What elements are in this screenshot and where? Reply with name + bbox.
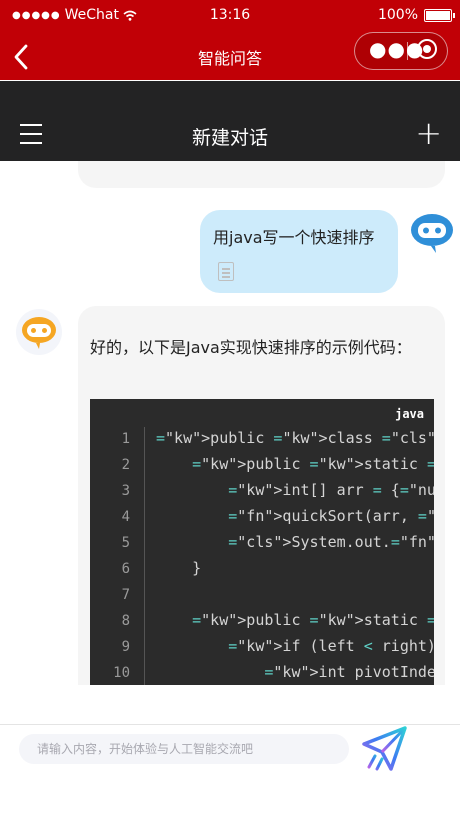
assistant-message: 好的，以下是Java实现快速排序的示例代码： java 1 2 3 4 5 6 … <box>78 306 445 685</box>
input-bar <box>0 724 460 836</box>
line-number: 5 <box>121 535 130 551</box>
code-line: ="kw">public ="kw">class ="cls">QuickSor… <box>156 429 434 447</box>
paper-plane-icon[interactable] <box>361 725 407 773</box>
copy-doc-icon[interactable] <box>218 262 234 281</box>
message-input[interactable] <box>19 734 349 764</box>
line-number: 10 <box>113 665 130 681</box>
assistant-avatar-icon <box>16 309 62 355</box>
capsule-menu: ●●● <box>354 32 448 70</box>
code-line: ="kw">public ="kw">static ="kw">void ="f… <box>192 455 434 473</box>
line-number: 9 <box>121 639 130 655</box>
code-language-label: java <box>395 407 424 421</box>
target-circle-icon[interactable] <box>417 39 437 59</box>
line-number: 4 <box>121 509 130 525</box>
line-number: 2 <box>121 457 130 473</box>
code-line: ="kw">public ="kw">static ="kw">void ="f… <box>192 611 434 629</box>
line-number: 1 <box>121 431 130 447</box>
battery-percent: 100% <box>377 7 418 23</box>
code-line: ="kw">if (left < right) { <box>228 637 434 655</box>
mini-program-nav: 智能问答 ●●● <box>0 32 460 80</box>
line-number: 7 <box>121 587 130 603</box>
chat-header: 新建对话 + <box>0 81 460 161</box>
line-number: 3 <box>121 483 130 499</box>
code-line: } <box>156 559 202 577</box>
assistant-message-text: 好的，以下是Java实现快速排序的示例代码： <box>90 338 412 357</box>
line-number: 6 <box>121 561 130 577</box>
code-line: ="kw">int pivotIndex <box>264 663 434 681</box>
plus-icon[interactable]: + <box>415 117 442 149</box>
user-message: 用java写一个快速排序 <box>200 210 398 293</box>
chat-title: 新建对话 <box>191 127 268 149</box>
message-list[interactable]: 用java写一个快速排序 好的，以下是Java实现快速排序的示例代码： java… <box>0 161 460 685</box>
status-bar: ●●●●● WeChat 13:16 100% <box>0 0 460 32</box>
user-avatar-icon <box>411 214 453 253</box>
code-line: ="kw">int[] arr = {="num">5, ="num">2, <box>228 481 434 499</box>
capsule-divider <box>407 42 408 60</box>
user-message-text: 用java写一个快速排序 <box>213 228 375 247</box>
code-line: ="cls">System.out.="fn">println( <box>228 533 434 551</box>
line-number-gutter: 1 2 3 4 5 6 7 8 9 10 <box>90 427 145 685</box>
battery-icon <box>424 8 455 22</box>
code-block: java 1 2 3 4 5 6 7 8 9 10 ="kw">public =… <box>90 399 434 685</box>
assistant-message-partial <box>78 161 445 188</box>
line-number: 8 <box>121 613 130 629</box>
code-line: ="fn">quickSort(arr, ="num">0, a <box>228 507 434 525</box>
